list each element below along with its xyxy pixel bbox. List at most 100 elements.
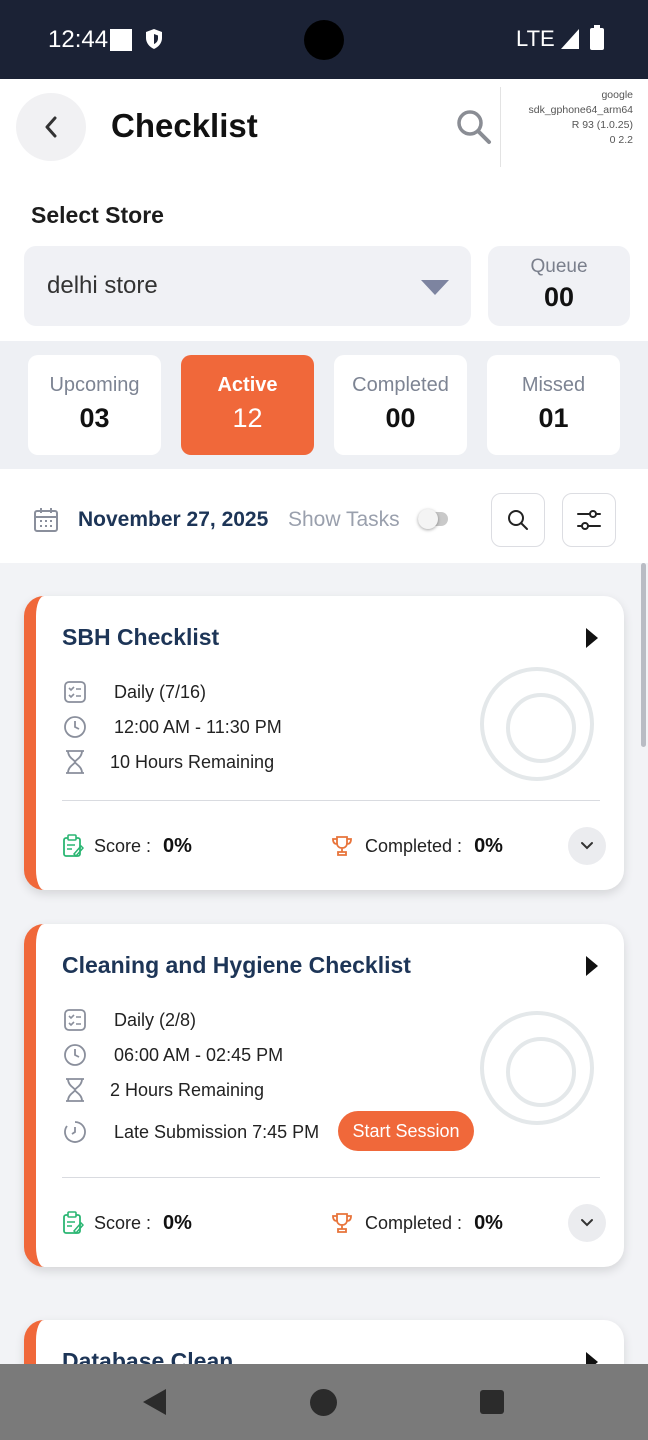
tab-label: Missed (521, 374, 586, 396)
card-completed: Completed : 0% (331, 831, 503, 861)
score-value: 0% (163, 834, 192, 857)
start-session-button[interactable]: Start Session (338, 1111, 474, 1151)
card-title: SBH Checklist (62, 624, 220, 650)
card-divider (62, 800, 600, 801)
card-frequency: Daily (2/8) (114, 1009, 197, 1030)
card-completed: Completed : 0% (331, 1208, 503, 1238)
tab-upcoming[interactable]: Upcoming 03 (28, 355, 161, 455)
nav-home-icon[interactable] (310, 1389, 337, 1416)
chevron-down-icon (581, 1219, 593, 1227)
tab-count: 12 (232, 403, 263, 433)
device-info: google sdk_gphone64_arm64 R 93 (1.0.25) … (529, 88, 634, 148)
chevron-down-icon (581, 842, 593, 850)
back-button[interactable] (16, 93, 86, 161)
tab-count: 01 (538, 403, 569, 433)
card-remaining-row: 2 Hours Remaining (62, 1076, 264, 1104)
search-icon[interactable] (456, 109, 492, 145)
card-frequency-row: Daily (2/8) (62, 1006, 196, 1034)
play-arrow-icon[interactable] (586, 956, 598, 976)
checklist-card[interactable]: Database Clean (24, 1320, 624, 1364)
trophy-icon (332, 1213, 352, 1233)
card-frequency-row: Daily (7/16) (62, 678, 206, 706)
device-info-line: R 93 (1.0.25) (571, 119, 633, 131)
network-type: LTE (516, 26, 555, 51)
play-arrow-icon[interactable] (586, 1352, 598, 1364)
store-label: Select Store (31, 202, 164, 228)
progress-ring (480, 1011, 594, 1125)
store-dropdown-value: delhi store (47, 272, 158, 299)
expand-button[interactable] (568, 827, 606, 865)
card-title: Cleaning and Hygiene Checklist (62, 952, 411, 978)
play-arrow-icon[interactable] (586, 628, 598, 648)
tab-label: Completed (352, 374, 449, 396)
tab-label: Active (217, 374, 278, 396)
card-score: Score : 0% (62, 1208, 192, 1238)
device-info-line: google (601, 89, 633, 101)
completed-label: Completed : (365, 1212, 463, 1233)
chevron-left-icon (45, 116, 57, 138)
progress-ring (480, 667, 594, 781)
show-tasks-label: Show Tasks (288, 508, 400, 531)
calendar-icon[interactable] (33, 507, 59, 533)
status-bar: 12:44 LTE (0, 0, 648, 79)
tab-label: Upcoming (49, 374, 140, 396)
nav-back-icon[interactable] (143, 1389, 166, 1415)
card-title: Database Clean (62, 1348, 234, 1364)
device-info-line: sdk_gphone64_arm64 (528, 104, 634, 116)
filter-button[interactable] (562, 493, 616, 547)
card-late-row: Late Submission 7:45 PM (62, 1118, 319, 1146)
card-score: Score : 0% (62, 831, 192, 861)
page-title: Checklist (111, 107, 258, 144)
hourglass-icon (62, 749, 88, 775)
show-tasks-toggle[interactable] (418, 509, 448, 529)
card-remaining: 10 Hours Remaining (110, 751, 275, 772)
expand-button[interactable] (568, 1204, 606, 1242)
queue-count: 00 (543, 282, 575, 312)
device-info-line: 0 2.2 (609, 134, 633, 146)
card-frequency: Daily (7/16) (114, 681, 207, 702)
clock: 12:44 (48, 26, 109, 53)
score-label: Score : (94, 1212, 152, 1233)
queue-label: Queue (530, 256, 588, 277)
trophy-icon (332, 836, 352, 856)
status-tabs: Upcoming 03 Active 12 Completed 00 Misse… (0, 341, 648, 469)
timer-icon (62, 1119, 88, 1145)
app-header: Checklist google sdk_gphone64_arm64 R 93… (0, 79, 648, 175)
header-divider (500, 87, 501, 167)
filter-sliders-icon (577, 510, 601, 530)
checklist-icon (62, 679, 88, 705)
store-dropdown[interactable]: delhi store (24, 246, 471, 326)
tab-completed[interactable]: Completed 00 (334, 355, 467, 455)
checklist-card[interactable]: Cleaning and Hygiene Checklist Daily (2/… (24, 924, 624, 1267)
camera-cutout (304, 20, 344, 60)
selected-date[interactable]: November 27, 2025 (78, 508, 268, 532)
card-time-range: 12:00 AM - 11:30 PM (114, 716, 282, 737)
clock-icon (62, 714, 88, 740)
date-filter-row: November 27, 2025 Show Tasks (0, 469, 648, 563)
completed-value: 0% (474, 1211, 503, 1234)
queue-box[interactable]: Queue 00 (488, 246, 630, 326)
card-remaining-row: 10 Hours Remaining (62, 748, 274, 776)
nav-recents-icon[interactable] (480, 1390, 504, 1414)
card-late-submission: Late Submission 7:45 PM (114, 1121, 320, 1142)
tab-active[interactable]: Active 12 (181, 355, 314, 455)
card-divider (62, 1177, 600, 1178)
clock-icon (62, 1042, 88, 1068)
score-value: 0% (163, 1211, 192, 1234)
toggle-knob (418, 509, 438, 529)
card-time-row: 12:00 AM - 11:30 PM (62, 713, 282, 741)
checklist-card[interactable]: SBH Checklist Daily (7/16) 12:00 AM - 11… (24, 596, 624, 890)
search-tasks-button[interactable] (491, 493, 545, 547)
card-remaining: 2 Hours Remaining (110, 1079, 265, 1100)
scrollbar[interactable] (641, 563, 646, 747)
tab-missed[interactable]: Missed 01 (487, 355, 620, 455)
checklist-list[interactable]: SBH Checklist Daily (7/16) 12:00 AM - 11… (0, 563, 648, 1364)
shield-icon (146, 29, 162, 49)
tab-count: 00 (385, 403, 416, 433)
card-time-range: 06:00 AM - 02:45 PM (114, 1044, 284, 1065)
store-section: Select Store delhi store Queue 00 (0, 175, 648, 341)
system-nav-bar (0, 1364, 648, 1440)
caret-down-icon (421, 280, 449, 295)
checklist-icon (62, 1007, 88, 1033)
clipboard-score-icon (63, 1211, 84, 1235)
